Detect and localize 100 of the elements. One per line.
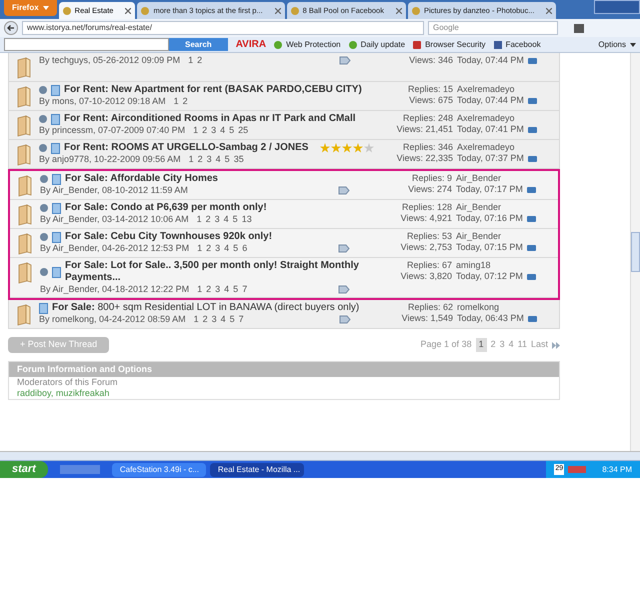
page-link[interactable]: 2 [206, 243, 212, 254]
close-icon[interactable] [546, 8, 552, 14]
page-link[interactable]: 2 [206, 214, 211, 225]
thread-title[interactable]: For Rent: New Apartment for rent (BASAK PARDO,CEBU CITY) [64, 84, 362, 96]
page-link[interactable]: 1 [188, 55, 194, 66]
page-link[interactable]: 2 [197, 55, 202, 66]
page-link[interactable]: 4 [216, 154, 221, 165]
thread-title[interactable]: For Sale: Condo at P6,639 per month only! [65, 202, 267, 214]
page-link[interactable]: 2 [202, 314, 208, 325]
last-poster[interactable]: Axelremadeyo [457, 84, 551, 95]
page-link[interactable]: 2 [182, 96, 188, 107]
thread-title[interactable]: For Rent: Airconditioned Rooms in Apas nr IT Park and CMall [64, 113, 356, 125]
last-poster[interactable]: Air_Bender [456, 231, 550, 242]
horizontal-scrollbar[interactable] [0, 452, 640, 461]
thread-row[interactable]: For Sale: Cebu City Townhouses 920k only! By Air_Bender, 04-26-2012 12:53 PM 1 2 3 4 5 6 Replies: 53 Views: 2,753 Air_Bender Today, 07:15 PM [10, 229, 558, 258]
go-to-post-icon[interactable] [528, 126, 537, 132]
thread-row[interactable]: For Sale: Affordable City Homes By Air_Bender, 08-10-2012 11:59 AM Replies: 9 Views: 274 Air_Bender Today, 07:17 PM [10, 171, 558, 200]
page-link[interactable]: 3 [215, 284, 220, 295]
thread-title[interactable]: For Sale: Lot for Sale.. 3,500 per month only! Straight Monthly Payments... [65, 260, 374, 284]
last-page-icon[interactable] [552, 342, 560, 348]
page-link[interactable]: 4 [224, 284, 230, 295]
last-poster[interactable]: Axelremadeyo [457, 142, 551, 153]
toolbar-item[interactable]: Web Protection [286, 38, 341, 50]
page-link[interactable]: 2 [198, 154, 203, 165]
go-to-post-icon[interactable] [528, 156, 537, 162]
address-field[interactable]: www.istorya.net/forums/real-estate/ [22, 21, 424, 35]
replies-count: Replies: 346 [402, 142, 453, 153]
toolbar-item[interactable]: Browser Security [425, 38, 486, 50]
go-to-post-icon[interactable] [526, 244, 536, 250]
page-link[interactable]: 7 [238, 314, 244, 325]
thread-row[interactable]: For Rent: Airconditioned Rooms in Apas nr IT Park and CMall By princessm, 07-07-2009 07:40 PM 1 2 3 4 5 25 Replies: 248 Views: 21,451 Axelremadeyo Today, 07:41 PM [9, 111, 559, 140]
page-link[interactable]: 5 [233, 284, 238, 295]
thread-row[interactable]: For Sale: Condo at P6,639 per month only! By Air_Bender, 03-14-2012 10:06 AM 1 2 3 4 5 13 Replies: 128 Views: 4,921 Air_Bender Today, 07:16 PM [10, 200, 558, 229]
go-to-post-icon[interactable] [528, 98, 537, 104]
page-link[interactable]: 3 [212, 314, 217, 325]
go-to-post-icon[interactable] [528, 58, 537, 64]
go-to-post-icon[interactable] [528, 316, 537, 322]
search-button[interactable]: Search [169, 38, 228, 51]
toolbar-item[interactable]: Daily update [360, 38, 406, 50]
page-link[interactable]: 35 [234, 154, 244, 165]
close-icon[interactable] [274, 8, 281, 14]
page-link[interactable]: 13 [242, 214, 252, 225]
page-link[interactable]: 1 [193, 125, 198, 136]
last-poster[interactable]: romelkong [457, 302, 551, 313]
page-link[interactable]: 5 [230, 314, 235, 325]
page-link[interactable]: 5 [224, 154, 230, 165]
page-link[interactable]: 1 [174, 96, 179, 107]
toolbar-search-field[interactable] [4, 38, 169, 51]
thread-row[interactable]: For Rent: New Apartment for rent (BASAK PARDO,CEBU CITY) By mons, 07-10-2012 09:18 AM 1 2 Replies: 15 Views: 675 Axelremadeyo Today, 07:44 PM [9, 82, 559, 111]
taskbar-task[interactable]: Real Estate - Mozilla ... [210, 462, 304, 476]
thread-title[interactable]: For Sale: 800+ sqm Residential LOT in BANAWA (direct buyers only) [52, 302, 360, 314]
vertical-scrollbar[interactable] [630, 53, 640, 451]
page-link[interactable]: 2 [206, 284, 212, 295]
close-icon[interactable] [125, 8, 132, 14]
thread-title[interactable]: For Sale: Affordable City Homes [65, 173, 218, 185]
thread-row[interactable]: For Sale: Lot for Sale.. 3,500 per month only! Straight Monthly Payments... By Air_Bender, 04-18-2012 12:22 PM 1 2 3 4 5 7 Replies: 67 Views: 3,820 aming18 Today, 07:12 PM [10, 258, 558, 298]
last-poster[interactable]: aming18 [456, 260, 550, 271]
web-search-field[interactable]: Google [428, 21, 558, 35]
page-link[interactable]: 4 [220, 314, 226, 325]
page-link[interactable]: 5 [229, 125, 234, 136]
page-link[interactable]: 3 [214, 214, 220, 225]
last-post-time: Today, 07:16 PM [456, 213, 523, 224]
page-link[interactable]: 7 [242, 284, 248, 295]
go-to-post-icon[interactable] [526, 216, 536, 222]
page-link[interactable]: 5 [232, 214, 238, 225]
page-link[interactable]: 4 [224, 243, 230, 254]
moderators-list[interactable]: raddiboy, muzikfreakah [9, 388, 559, 399]
page-link[interactable]: 3 [215, 243, 220, 254]
toolbar-item[interactable]: Facebook [506, 38, 541, 50]
page-link[interactable]: 4 [224, 214, 229, 225]
go-to-post-icon[interactable] [526, 274, 536, 280]
page-link[interactable]: 5 [233, 243, 238, 254]
page-link[interactable]: 2 [202, 125, 208, 136]
page-link[interactable]: 6 [242, 243, 248, 254]
clock: 8:34 PM [602, 464, 632, 476]
close-icon[interactable] [396, 8, 402, 14]
taskbar-task[interactable]: CafeStation 3.49i - c... [112, 462, 206, 476]
start-button[interactable]: start [0, 461, 48, 478]
page-link[interactable]: 1 [197, 243, 202, 254]
options-menu[interactable]: Options [598, 38, 636, 50]
thread-title[interactable]: For Sale: Cebu City Townhouses 920k only! [65, 231, 272, 243]
folder-icon [17, 57, 31, 79]
last-poster[interactable]: Air_Bender [456, 202, 550, 213]
page-link[interactable]: 25 [238, 125, 248, 136]
page-link[interactable]: 3 [206, 154, 212, 165]
thread-title[interactable]: For Rent: ROOMS AT URGELLO-Sambag 2 / JONES [64, 142, 308, 154]
page-link[interactable]: 1 [194, 314, 199, 325]
last-poster[interactable]: Air_Bender [456, 173, 550, 184]
thread-row[interactable]: For Rent: ROOMS AT URGELLO-Sambag 2 / JONES By anjo9778, 10-22-2009 09:56 AM 1 2 3 4 5 35 Replies: 346 Views: 22,335 Axelremadeyo Today, 07:37 PM [9, 140, 559, 169]
thread-row[interactable]: By techguys, 05-26-2012 09:09 PM 1 2 Views: 346 Today, 07:44 PM [9, 53, 559, 82]
page-link[interactable]: 1 [196, 214, 202, 225]
page-link[interactable]: 1 [476, 338, 487, 352]
page-link[interactable]: 4 [220, 125, 226, 136]
last-poster[interactable]: Axelremadeyo [457, 113, 551, 124]
page-link[interactable]: 1 [188, 154, 194, 165]
page-link[interactable]: 1 [197, 284, 202, 295]
back-icon[interactable] [4, 21, 18, 35]
thread-row[interactable]: For Sale: 800+ sqm Residential LOT in BANAWA (direct buyers only) By romelkong, 04-24-2012 08:59 AM 1 2 3 4 5 7 Replies: 62 Views: 1,549 romelkong Today, 06:43 PM [9, 300, 559, 329]
page-link[interactable]: 3 [211, 125, 216, 136]
go-to-post-icon[interactable] [526, 186, 536, 192]
